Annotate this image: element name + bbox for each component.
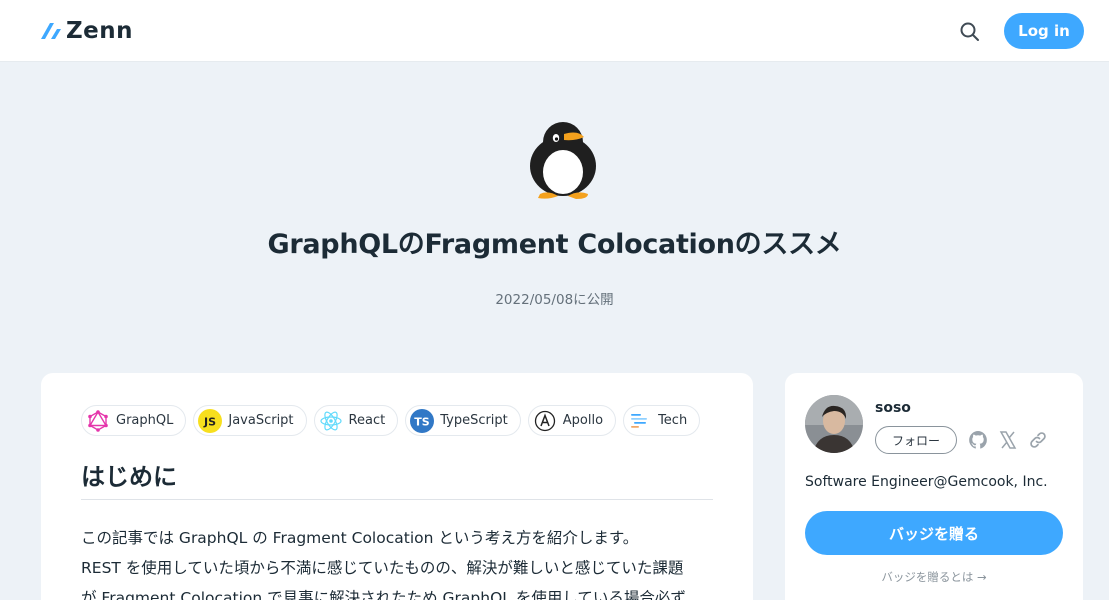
- author-card: soso フォロー Software Engineer@Gemcook, Inc…: [785, 373, 1083, 600]
- avatar[interactable]: [805, 395, 863, 453]
- paragraph-line: が Fragment Colocation で見事に解決されたため GraphQ…: [81, 589, 686, 600]
- paragraph-line: REST を使用していた頃から不満に感じていたものの、解決が難しいと感じていた課…: [81, 559, 684, 577]
- logo-text: Zenn: [66, 18, 134, 44]
- graphql-icon: [86, 409, 110, 433]
- svg-text:TS: TS: [414, 415, 430, 428]
- topic-list: GraphQL JS JavaScript React TS TypeScrip…: [81, 405, 701, 436]
- topic-label: Tech: [658, 413, 688, 428]
- topic-tech[interactable]: Tech: [623, 405, 701, 436]
- topic-apollo[interactable]: Apollo: [527, 405, 617, 436]
- tech-icon: [628, 409, 652, 433]
- login-button[interactable]: Log in: [1004, 13, 1084, 49]
- heading-divider: [81, 499, 713, 500]
- published-date: 2022/05/08に公開: [495, 292, 614, 308]
- apollo-icon: [533, 409, 557, 433]
- typescript-icon: TS: [410, 408, 435, 433]
- article-body-card: GraphQL JS JavaScript React TS TypeScrip…: [41, 373, 753, 600]
- site-header: Zenn Log in: [0, 0, 1109, 62]
- section-heading: はじめに: [81, 463, 177, 491]
- topic-label: Apollo: [562, 413, 604, 428]
- topic-label: React: [348, 413, 386, 428]
- article-title: GraphQLのFragment Colocationのススメ: [267, 229, 842, 260]
- link-icon: [1030, 432, 1046, 448]
- penguin-emoji-icon: [530, 122, 596, 199]
- topic-typescript[interactable]: TS TypeScript: [405, 405, 521, 436]
- topic-javascript[interactable]: JS JavaScript: [193, 405, 307, 436]
- search-icon: [960, 22, 979, 41]
- topic-graphql[interactable]: GraphQL: [81, 405, 187, 436]
- author-bio: Software Engineer@Gemcook, Inc.: [805, 474, 1048, 490]
- send-badge-button[interactable]: バッジを贈る: [805, 511, 1063, 555]
- topic-label: JavaScript: [228, 413, 294, 428]
- badge-info-link[interactable]: バッジを贈るとは →: [785, 569, 1083, 585]
- svg-text:JS: JS: [203, 415, 216, 428]
- x-icon: [999, 431, 1017, 449]
- topic-label: TypeScript: [440, 413, 508, 428]
- javascript-icon: JS: [198, 408, 223, 433]
- paragraph-line: この記事では GraphQL の Fragment Colocation という…: [81, 529, 639, 547]
- github-link[interactable]: [967, 429, 989, 451]
- zenn-logo-icon: [41, 23, 61, 39]
- link-button[interactable]: [1027, 429, 1049, 451]
- search-button[interactable]: [958, 20, 982, 44]
- zenn-logo[interactable]: Zenn: [40, 18, 133, 44]
- x-link[interactable]: [997, 429, 1019, 451]
- author-name[interactable]: soso: [875, 400, 911, 416]
- article-paragraph: この記事では GraphQL の Fragment Colocation という…: [81, 523, 721, 600]
- topic-label: GraphQL: [116, 413, 174, 428]
- topic-react[interactable]: React: [313, 405, 399, 436]
- github-icon: [969, 431, 987, 449]
- follow-button[interactable]: フォロー: [875, 426, 957, 454]
- react-icon: [319, 409, 343, 433]
